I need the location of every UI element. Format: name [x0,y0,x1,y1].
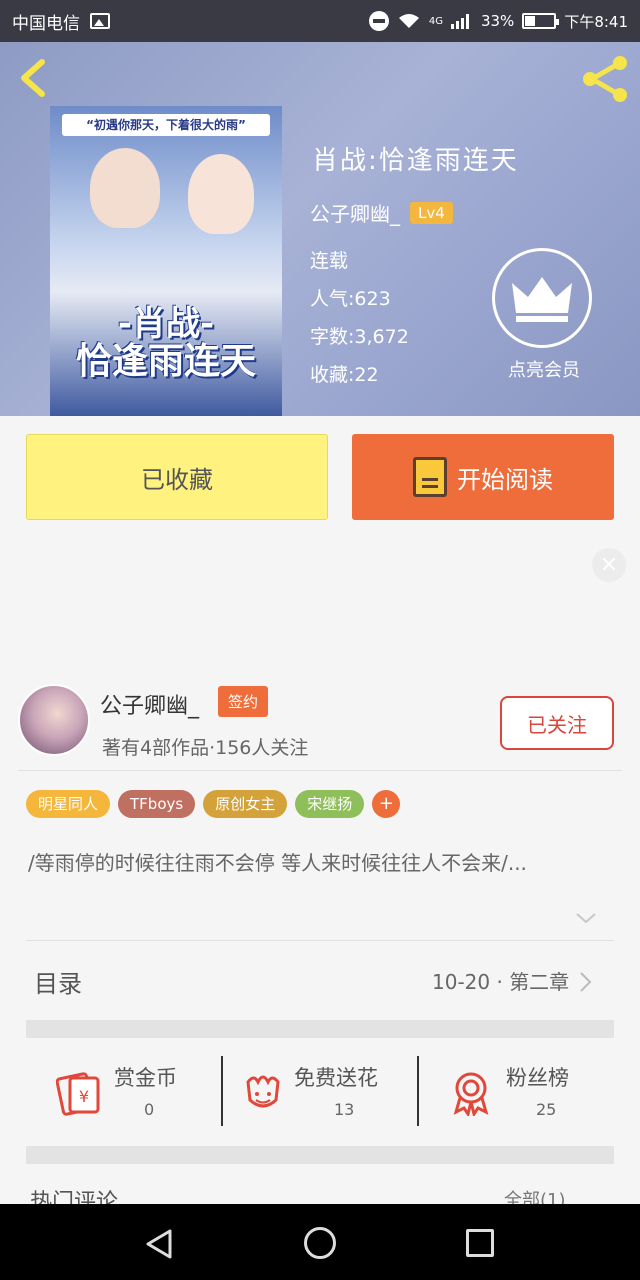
medal-icon [453,1072,489,1116]
carrier-label: 中国电信 [12,13,80,34]
tag-list: 明星同人 TFboys 原创女主 宋继扬 + [26,790,401,818]
cover-figure-male [90,148,160,228]
back-arrow-icon[interactable] [14,58,54,98]
cover-title-line2: 恰逢雨连天 [75,341,256,382]
author-level-badge: Lv4 [410,201,453,224]
reward-count: 0 [144,1100,155,1119]
clock: 下午8:41 [564,12,628,31]
crown-icon [512,277,572,322]
section-band [26,1020,614,1038]
close-icon[interactable]: × [592,548,626,582]
book-stats: 连载 人气:623 字数:3,672 收藏:22 [310,242,409,394]
book-icon [413,457,447,497]
image-notification-icon [90,13,110,29]
chevron-down-icon[interactable] [574,910,598,926]
book-description: /等雨停的时候往往雨不会停 等人来时候往往人不会来/... [28,851,527,875]
book-header: “初遇你那天，下着很大的雨” -肖战- 恰逢雨连天 肖战:恰逢雨连天 公子卿幽_… [0,42,640,416]
divider [26,940,614,941]
book-word-count: 字数:3,672 [310,326,409,348]
battery-icon [522,13,560,29]
reward-coins[interactable]: ¥ 赏金币 0 [26,1056,222,1128]
vip-ring [492,248,592,348]
wifi-icon [398,14,419,28]
reward-label: 免费送花 [294,1066,378,1090]
follow-label: 已关注 [527,712,587,737]
nav-recent-apps-icon[interactable] [466,1229,494,1257]
nav-back-icon[interactable] [144,1228,176,1260]
nav-home-icon[interactable] [304,1227,336,1259]
reward-fans[interactable]: 粉丝榜 25 [418,1056,614,1128]
book-popularity: 人气:623 [310,288,391,310]
divider [221,1056,223,1126]
author-avatar[interactable] [18,684,90,756]
book-cover[interactable]: “初遇你那天，下着很大的雨” -肖战- 恰逢雨连天 [50,106,282,416]
collected-button[interactable]: 已收藏 [26,434,328,520]
battery-percent: 33% [480,12,515,30]
author-name[interactable]: 公子卿幽_ [100,688,199,720]
start-reading-button[interactable]: 开始阅读 [352,434,614,520]
tag-pill[interactable]: 明星同人 [26,790,111,818]
divider [417,1056,419,1126]
section-band [26,1146,614,1164]
chevron-right-icon[interactable] [578,970,594,994]
start-reading-label: 开始阅读 [457,465,553,494]
tag-pill[interactable]: TFboys [118,790,196,818]
toc-label[interactable]: 目录 [34,964,82,999]
author-meta: 著有4部作品·156人关注 [102,737,309,759]
vip-button[interactable]: 点亮会员 [492,248,596,382]
reward-label: 粉丝榜 [506,1066,569,1090]
status-bar: 中国电信 4G 33% 下午8:41 [0,0,640,42]
add-tag-button[interactable]: + [372,790,401,818]
red-envelope-icon: ¥ [56,1072,100,1116]
divider [18,770,622,771]
book-favorites: 收藏:22 [310,364,379,386]
reward-count: 13 [334,1100,355,1119]
follow-button[interactable]: 已关注 [500,696,614,750]
share-icon[interactable] [578,52,632,106]
cover-tagline: “初遇你那天，下着很大的雨” [62,114,270,136]
reward-label: 赏金币 [114,1066,177,1090]
network-label: 4G [428,15,443,27]
collected-label: 已收藏 [141,465,213,494]
book-title: 肖战:恰逢雨连天 [312,146,519,176]
do-not-disturb-icon [368,11,389,31]
tag-pill[interactable]: 原创女主 [203,790,288,818]
reward-bar: ¥ 赏金币 0 免费送花 13 粉丝榜 25 [26,1056,614,1128]
signal-icon [450,14,469,29]
svg-text:¥: ¥ [79,1087,89,1106]
system-navigation-bar [0,1204,640,1280]
toc-latest-chapter[interactable]: 10-20 · 第二章 [432,966,569,995]
book-author-name[interactable]: 公子卿幽_ [310,198,400,227]
flower-icon [246,1075,280,1108]
book-status: 连载 [310,250,349,272]
cover-figure-female [188,154,254,234]
signed-badge: 签约 [218,686,269,717]
vip-label: 点亮会员 [508,360,580,381]
book-author-line: 公子卿幽_ Lv4 [310,198,453,227]
reward-flowers[interactable]: 免费送花 13 [222,1056,418,1128]
reward-count: 25 [536,1100,557,1119]
tag-pill[interactable]: 宋继扬 [295,790,365,818]
